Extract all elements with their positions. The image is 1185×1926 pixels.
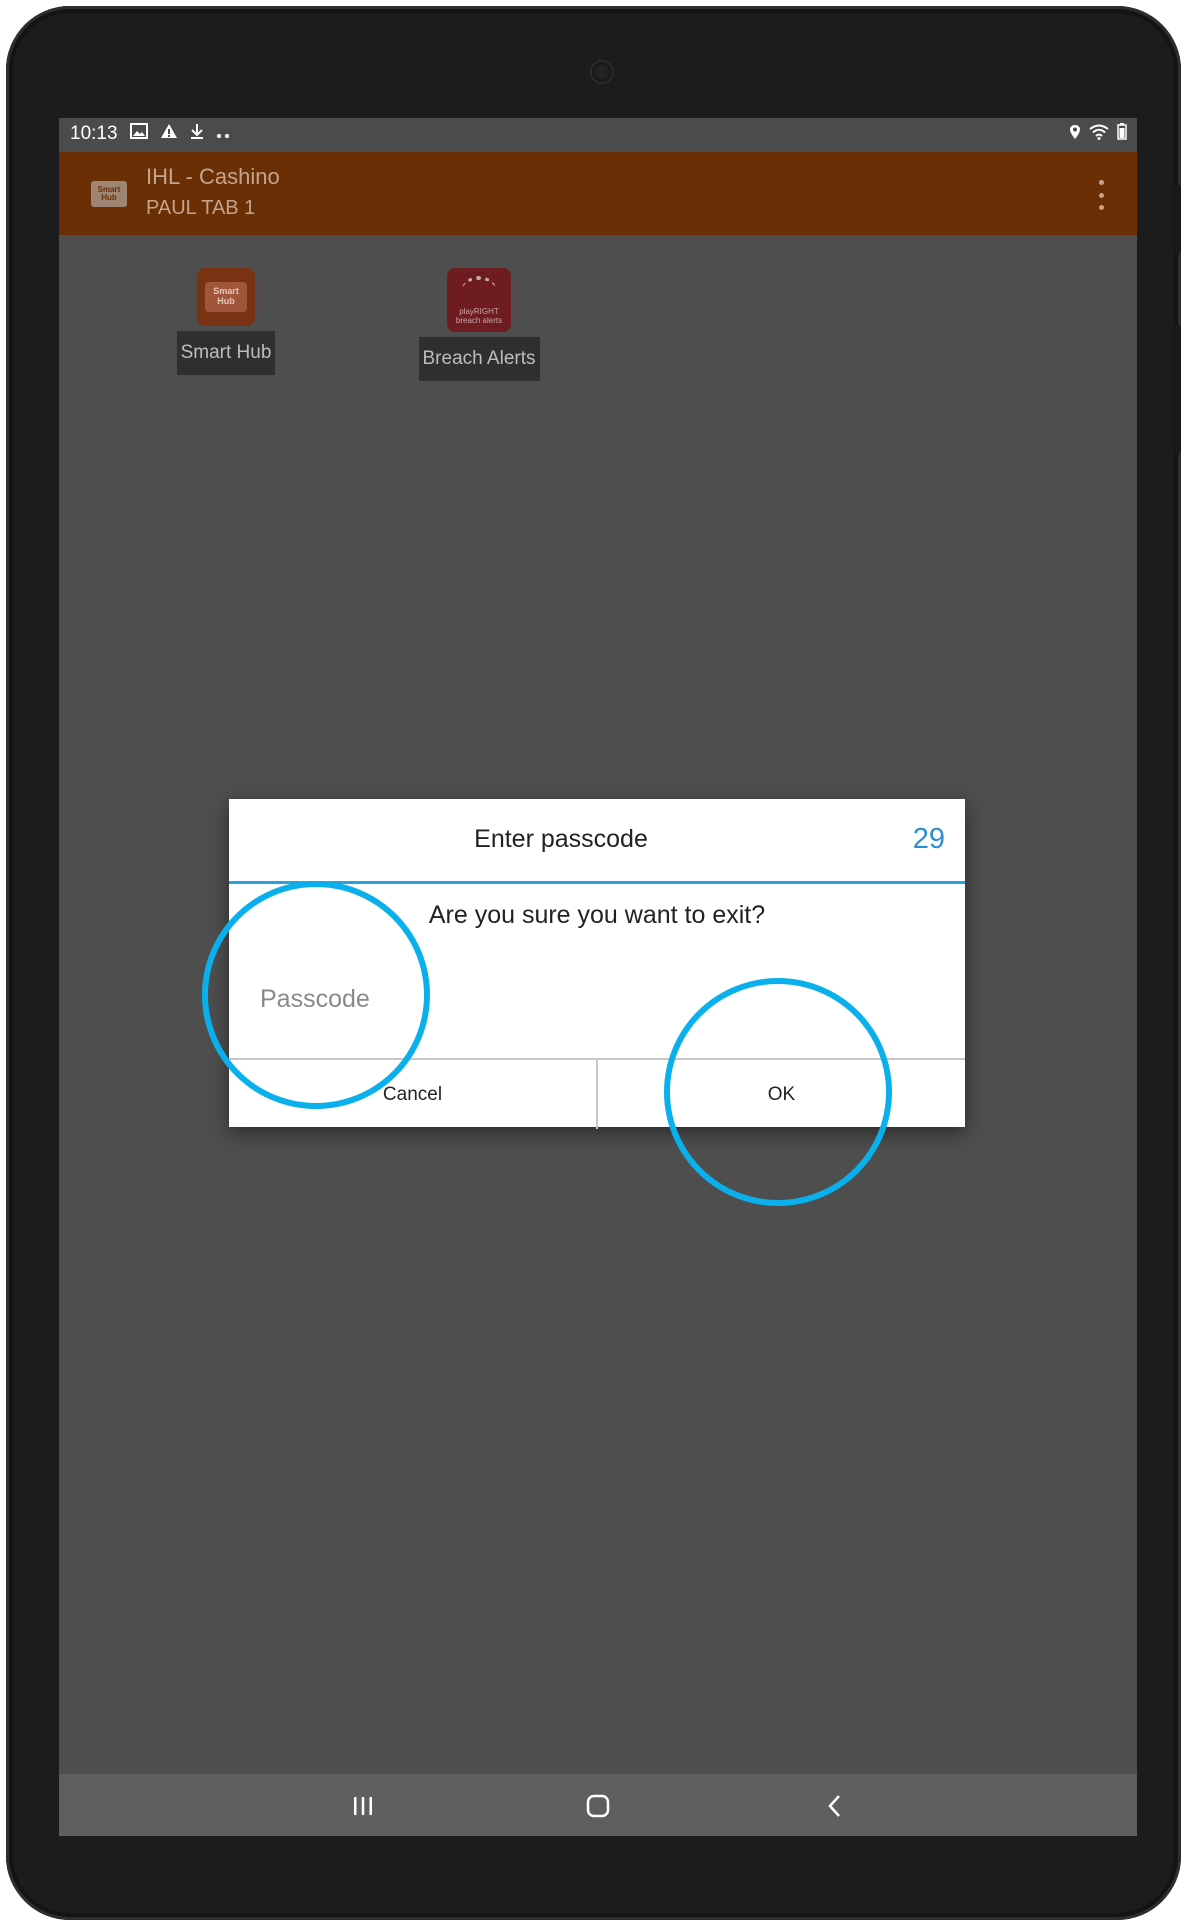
status-time: 10:13: [70, 123, 118, 144]
exit-passcode-dialog: Enter passcode 29 Are you sure you want …: [229, 799, 965, 1129]
battery-icon: [1117, 123, 1127, 145]
app-title: IHL - Cashino: [146, 164, 280, 189]
warning-icon: [160, 123, 178, 145]
logo-text: Smart Hub: [97, 185, 121, 202]
launcher-breach-alerts[interactable]: playRIGHT breach alerts Breach Alerts: [409, 268, 549, 381]
status-bar: 10:13: [59, 118, 1137, 152]
power-button: [1173, 324, 1181, 454]
dialog-header: Enter passcode 29: [229, 799, 965, 884]
home-icon[interactable]: [578, 1790, 618, 1822]
breach-alerts-app-icon: playRIGHT breach alerts: [447, 268, 511, 332]
navigation-bar: [59, 1774, 1137, 1836]
dialog-buttons: Cancel OK: [229, 1058, 965, 1129]
launcher-label: Smart Hub: [176, 331, 276, 375]
location-icon: [1069, 124, 1081, 145]
front-camera: [592, 62, 612, 82]
cancel-button[interactable]: Cancel: [229, 1060, 596, 1129]
passcode-input[interactable]: [260, 979, 930, 1019]
launcher-label: Breach Alerts: [418, 337, 540, 381]
smart-hub-logo: Smart Hub: [91, 181, 127, 207]
app-bar: Smart Hub IHL - Cashino PAUL TAB 1: [59, 152, 1137, 235]
countdown-timer: 29: [912, 823, 945, 855]
overflow-menu-icon[interactable]: [1089, 180, 1113, 210]
volume-button: [1173, 184, 1181, 254]
app-subtitle: PAUL TAB 1: [146, 197, 256, 219]
smart-hub-app-icon: Smart Hub: [197, 268, 255, 326]
more-notifications-icon: [216, 123, 230, 145]
tablet-device: 10:13 Smart Hub IHL - Cashino PAUL TAB 1…: [6, 6, 1181, 1920]
back-icon[interactable]: [815, 1790, 855, 1822]
download-icon: [190, 123, 204, 145]
recent-apps-icon[interactable]: [343, 1790, 383, 1822]
wifi-icon: [1089, 124, 1109, 145]
dialog-title: Enter passcode: [474, 825, 648, 853]
ok-button[interactable]: OK: [596, 1060, 965, 1129]
device-screen: 10:13 Smart Hub IHL - Cashino PAUL TAB 1…: [59, 118, 1137, 1836]
smart-hub-icon-text: Smart Hub: [205, 282, 247, 312]
launcher-smart-hub[interactable]: Smart Hub Smart Hub: [167, 268, 285, 375]
image-icon: [129, 123, 148, 145]
breach-icon-text: playRIGHT breach alerts: [455, 307, 503, 325]
dialog-message: Are you sure you want to exit?: [428, 901, 766, 929]
